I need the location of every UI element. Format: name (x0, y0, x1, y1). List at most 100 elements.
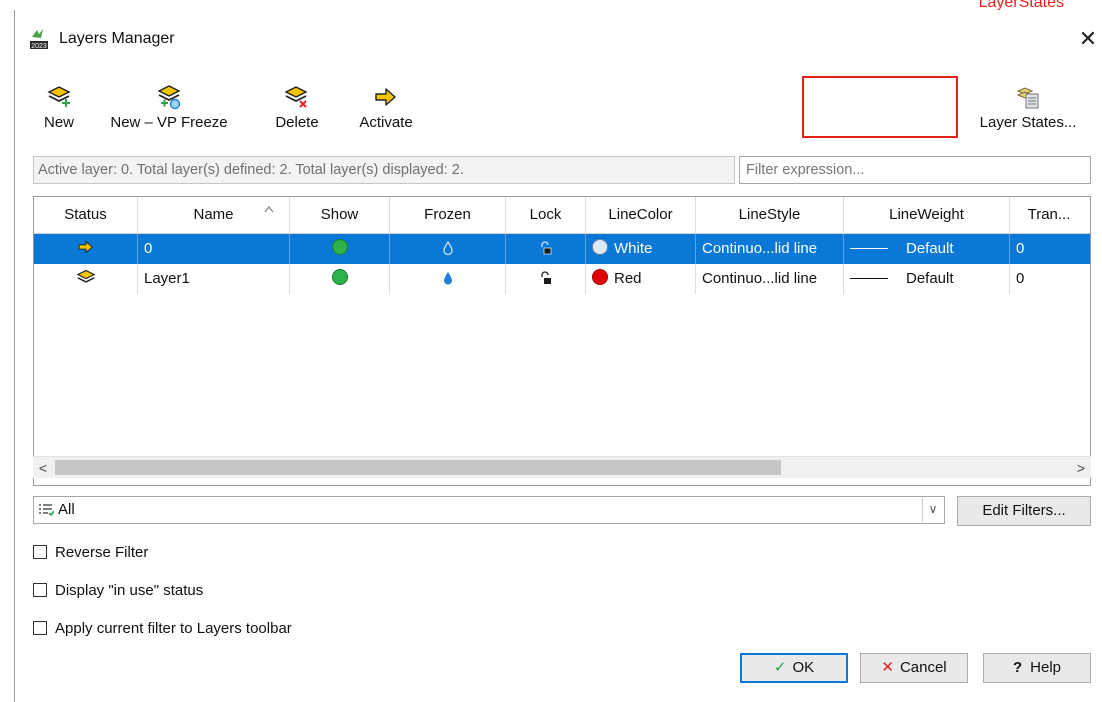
app-icon: 2023 (30, 29, 48, 50)
apply-filter-toolbar-label: Apply current filter to Layers toolbar (55, 620, 292, 637)
line-style-cell[interactable]: Continuo...lid line (696, 234, 844, 264)
chevron-down-icon[interactable]: ∨ (922, 498, 943, 522)
arrow-right-icon (375, 88, 396, 106)
cancel-button[interactable]: ✕ Cancel (860, 653, 968, 683)
scroll-right-icon[interactable]: > (1072, 458, 1090, 478)
ok-label: OK (792, 659, 815, 676)
layer-filter-dropdown[interactable]: All ∨ (33, 496, 945, 524)
transparency-cell[interactable]: 0 (1010, 234, 1090, 264)
delete-layer-label: Delete (275, 114, 319, 131)
arrow-right-icon (78, 240, 93, 254)
column-header-lineweight[interactable]: LineWeight (844, 197, 1010, 233)
apply-filter-toolbar-checkbox[interactable] (33, 621, 47, 635)
line-color-name: Red (614, 270, 642, 287)
filter-selected-value: All (58, 501, 75, 518)
svg-text:2023: 2023 (31, 43, 47, 50)
help-button[interactable]: ? Help (983, 653, 1091, 683)
cancel-label: Cancel (899, 659, 947, 676)
column-header-frozen[interactable]: Frozen (390, 197, 506, 233)
apply-filter-toolbar-option[interactable]: Apply current filter to Layers toolbar (33, 617, 292, 641)
column-header-linecolor[interactable]: LineColor (586, 197, 696, 233)
new-vp-freeze-button[interactable]: New – VP Freeze (107, 84, 231, 131)
edit-filters-button[interactable]: Edit Filters... (957, 496, 1091, 526)
activate-layer-label: Activate (359, 114, 413, 131)
line-color-cell[interactable]: Red (586, 264, 696, 294)
layer-states-button[interactable]: Layer States... (963, 84, 1093, 131)
check-icon: ✓ (773, 659, 787, 676)
column-header-lock[interactable]: Lock (506, 197, 586, 233)
drop-icon (442, 240, 453, 256)
layer-status-text: Active layer: 0. Total layer(s) defined:… (33, 156, 735, 184)
table-row[interactable]: 0 White Continuo...lid line Default 0 (34, 234, 1090, 264)
layers-table: Status Name Show Frozen Lock LineColor L… (33, 196, 1091, 486)
frozen-cell[interactable] (390, 264, 506, 294)
line-color-name: White (614, 240, 653, 257)
close-icon[interactable]: ✕ (1075, 26, 1101, 52)
display-in-use-checkbox[interactable] (33, 583, 47, 597)
light-on-icon (331, 269, 348, 285)
column-header-show[interactable]: Show (290, 197, 390, 233)
line-color-cell[interactable]: White (586, 234, 696, 264)
column-header-transparency[interactable]: Tran... (1010, 197, 1088, 233)
help-label: Help (1030, 659, 1062, 676)
line-weight-value: Default (906, 240, 954, 257)
layer-name-cell: 0 (138, 234, 290, 264)
line-weight-sample (850, 248, 888, 249)
delete-layer-button[interactable]: Delete (271, 84, 323, 131)
filter-list-icon (39, 504, 54, 517)
activate-layer-button[interactable]: Activate (351, 84, 421, 131)
frozen-cell[interactable] (390, 234, 506, 264)
transparency-cell[interactable]: 0 (1010, 264, 1090, 294)
cropped-top-text (0, 0, 1102, 10)
column-header-linestyle[interactable]: LineStyle (696, 197, 844, 233)
line-weight-value: Default (906, 270, 954, 287)
show-cell[interactable] (290, 234, 390, 264)
table-row[interactable]: Layer1 Red Continuo...lid line Default 0 (34, 264, 1090, 294)
display-in-use-label: Display "in use" status (55, 582, 204, 599)
layer-name-cell: Layer1 (138, 264, 290, 294)
title-bar: 2023 Layers Manager ✕ (15, 26, 1102, 54)
new-vp-freeze-icon (157, 85, 181, 110)
filter-expression-input[interactable] (739, 156, 1091, 184)
new-layer-button[interactable]: New (39, 84, 79, 131)
line-weight-cell[interactable]: Default (844, 264, 1010, 294)
delete-layer-icon (284, 86, 308, 108)
column-header-name-label: Name (193, 206, 234, 223)
lock-cell[interactable] (506, 264, 586, 294)
line-weight-cell[interactable]: Default (844, 234, 1010, 264)
display-in-use-option[interactable]: Display "in use" status (33, 579, 203, 603)
reverse-filter-option[interactable]: Reverse Filter (33, 541, 148, 565)
new-layer-icon (47, 86, 71, 107)
layer-icon (76, 269, 95, 283)
table-header: Status Name Show Frozen Lock LineColor L… (34, 197, 1090, 234)
color-swatch-icon (592, 269, 608, 285)
line-weight-sample (850, 278, 888, 279)
layer-states-icon (1016, 87, 1039, 109)
light-on-icon (331, 239, 348, 255)
layers-manager-window: 2023 Layers Manager ✕ New New – VP Freez… (14, 10, 1102, 702)
sort-ascending-icon (264, 205, 274, 213)
unlocked-icon (540, 271, 551, 284)
show-cell[interactable] (290, 264, 390, 294)
line-style-cell[interactable]: Continuo...lid line (696, 264, 844, 294)
drop-icon (443, 272, 452, 285)
new-layer-label: New (43, 114, 74, 131)
column-header-status[interactable]: Status (34, 197, 138, 233)
cancel-x-icon: ✕ (881, 659, 894, 676)
scrollbar-thumb[interactable] (55, 460, 781, 475)
help-icon: ? (1012, 659, 1023, 676)
scroll-left-icon[interactable]: < (34, 458, 52, 478)
status-cell (34, 234, 138, 264)
horizontal-scrollbar[interactable]: < > (33, 456, 1091, 478)
reverse-filter-label: Reverse Filter (55, 544, 149, 561)
ok-button[interactable]: ✓ OK (740, 653, 848, 683)
status-cell (34, 264, 138, 294)
column-header-name[interactable]: Name (138, 197, 290, 233)
lock-cell[interactable] (506, 234, 586, 264)
unlocked-icon (540, 241, 551, 255)
new-vp-freeze-label: New – VP Freeze (110, 114, 228, 131)
window-title: Layers Manager (59, 30, 175, 47)
layer-states-label: Layer States... (979, 114, 1077, 131)
annotation-highlight-box (802, 76, 958, 138)
reverse-filter-checkbox[interactable] (33, 545, 47, 559)
